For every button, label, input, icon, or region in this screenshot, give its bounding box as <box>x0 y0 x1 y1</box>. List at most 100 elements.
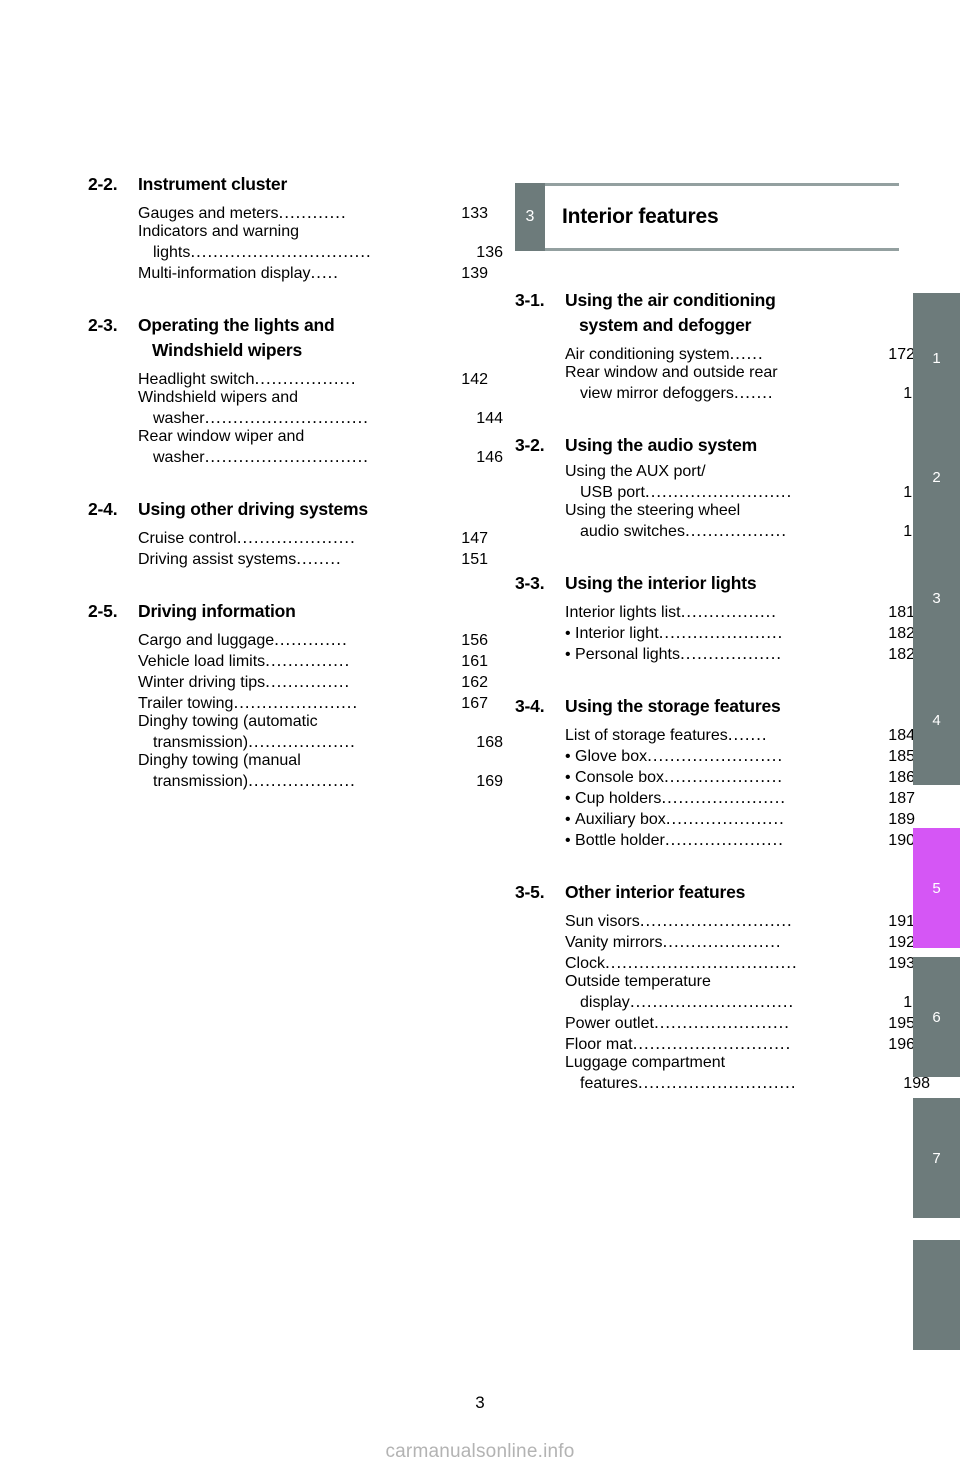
toc-entry-label: Dinghy towing (manual <box>138 752 301 769</box>
toc-entry-row[interactable]: audio switches..................180 <box>565 520 930 541</box>
toc-entry-label: Luggage compartment <box>565 1054 726 1071</box>
toc-section-heading[interactable]: 2-3. Operating the lights and Windshield w… <box>88 313 488 363</box>
toc-section-heading[interactable]: 3-4. Using the storage features <box>515 694 915 719</box>
toc-entry-row[interactable]: Bottle holder..................... 190 <box>565 829 915 850</box>
toc-entry-row[interactable]: Glove box........................ 185 <box>565 745 915 766</box>
toc-entry-row[interactable]: washer............................. 146 <box>138 446 503 467</box>
toc-entry-row[interactable]: Trailer towing...................... 167 <box>138 692 488 713</box>
toc-entry-row[interactable]: Interior light...................... 182 <box>565 622 915 643</box>
toc-section: 3-5. Other interior features Sun visors...… <box>515 880 930 1093</box>
toc-entry-row[interactable]: Floor mat............................ 196 <box>565 1033 915 1054</box>
toc-entry-row[interactable]: Winter driving tips............... 162 <box>138 671 488 692</box>
toc-leader-dots: ............................. <box>204 407 369 427</box>
toc-section-heading[interactable]: 3-1. Using the air conditioning system and… <box>515 288 915 338</box>
toc-section-title-continuation: system and defogger <box>579 315 752 335</box>
toc-entry-row[interactable]: USB port..........................179 <box>565 481 930 502</box>
toc-entry-row[interactable]: Using the steering wheel <box>565 502 915 520</box>
toc-entry-row[interactable]: Using the AUX port/ <box>565 463 915 481</box>
toc-entry-row[interactable]: Power outlet........................ 195 <box>565 1012 915 1033</box>
toc-section-number: 3-1. <box>515 290 545 310</box>
toc-entry-row[interactable]: Personal lights.................. 182 <box>565 643 915 664</box>
toc-entry-row[interactable]: Vanity mirrors..................... 192 <box>565 931 915 952</box>
chapter-tab-2[interactable]: 2 <box>913 412 960 542</box>
toc-entry-list: List of storage features.......184Glove … <box>515 724 915 850</box>
toc-entry-row[interactable]: Vehicle load limits............... 161 <box>138 650 488 671</box>
chapter-tab-6[interactable]: 6 <box>913 957 960 1077</box>
toc-column-left: 2-2. Instrument cluster Gauges and meters.… <box>88 172 503 791</box>
chapter-tab-strip: 1 2 3 4 5 6 7 <box>913 0 960 1484</box>
toc-entry-row[interactable]: Interior lights list................. 181 <box>565 601 915 622</box>
toc-section-heading[interactable]: 2-2. Instrument cluster <box>88 172 488 197</box>
toc-section-heading[interactable]: 3-2. Using the audio system <box>515 433 915 458</box>
toc-entry-page-number: 168 <box>476 734 503 751</box>
toc-section-number: 2-4. <box>88 499 118 519</box>
toc-entry-row[interactable]: Cup holders...................... 187 <box>565 787 915 808</box>
chapter-tab-3[interactable]: 3 <box>913 533 960 663</box>
toc-entry-row[interactable]: Multi-information display..... 139 <box>138 262 488 283</box>
toc-entry-row[interactable]: Sun visors........................... 191 <box>565 910 915 931</box>
chapter-tab-7[interactable]: 7 <box>913 1098 960 1218</box>
toc-entry-row[interactable]: Gauges and meters............ 133 <box>138 202 488 223</box>
toc-section-title: Operating the lights and Windshield wiper… <box>138 313 488 363</box>
toc-entry-row[interactable]: view mirror defoggers.......178 <box>565 382 930 403</box>
toc-entry-page-number: 142 <box>461 371 488 388</box>
toc-entry-row[interactable]: features............................ 198 <box>565 1072 930 1093</box>
toc-entry-page-number: 196 <box>888 1036 915 1053</box>
toc-section-title: Other interior features <box>565 882 746 902</box>
toc-entry-row[interactable]: Cargo and luggage............. 156 <box>138 629 488 650</box>
toc-entry-row[interactable]: Console box..................... 186 <box>565 766 915 787</box>
chapter-tab-blank[interactable] <box>913 1240 960 1350</box>
toc-entry-row[interactable]: List of storage features....... 184 <box>565 724 915 745</box>
toc-entry-row[interactable]: transmission)................... 169 <box>138 770 503 791</box>
toc-entry-label: washer <box>153 449 205 466</box>
toc-entry-row[interactable]: Dinghy towing (automatic <box>138 713 488 731</box>
toc-entry-list: Gauges and meters............ 133 Indicato… <box>88 202 503 283</box>
chapter-tab-5[interactable]: 5 <box>913 828 960 948</box>
toc-entry-row[interactable]: Cruise control..................... 147 <box>138 527 488 548</box>
toc-entry-label: audio switches <box>580 523 685 540</box>
toc-entry-row[interactable]: Auxiliary box..................... 189 <box>565 808 915 829</box>
toc-section-heading[interactable]: 2-4. Using other driving systems <box>88 497 488 522</box>
toc-entry-row[interactable]: Windshield wipers and <box>138 389 488 407</box>
chapter-tab-4[interactable]: 4 <box>913 655 960 785</box>
toc-entry-row[interactable]: Driving assist systems........ 151 <box>138 548 488 569</box>
toc-entry-list: Interior lights list................. 181… <box>515 601 915 664</box>
toc-entry-row[interactable]: Headlight switch.................. 142 <box>138 368 488 389</box>
toc-entry-row[interactable]: Luggage compartment <box>565 1054 915 1072</box>
toc-column-right: 3-1. Using the air conditioning system and… <box>515 288 930 1093</box>
toc-entry-row[interactable]: transmission)................... 168 <box>138 731 503 752</box>
toc-entry-row[interactable]: lights................................ 13… <box>138 241 503 262</box>
toc-entry-row[interactable]: Outside temperature <box>565 973 915 991</box>
toc-entry-row[interactable]: Dinghy towing (manual <box>138 752 488 770</box>
toc-entry-label: lights <box>153 244 191 261</box>
toc-entry-label: Trailer towing <box>138 695 234 712</box>
toc-section-heading[interactable]: 3-3. Using the interior lights <box>515 571 915 596</box>
toc-section-number: 3-3. <box>515 573 545 593</box>
toc-entry-label: display <box>580 994 630 1011</box>
toc-section-title: Using the air conditioning system and def… <box>565 288 915 338</box>
toc-section: 3-3. Using the interior lights Interior li… <box>515 571 915 664</box>
toc-leader-dots: ................... <box>248 731 356 751</box>
toc-entry-label: USB port <box>580 484 645 501</box>
toc-section-number: 3-2. <box>515 435 545 455</box>
toc-section-title: Using other driving systems <box>138 499 368 519</box>
toc-entry-page-number: 184 <box>888 727 915 744</box>
chapter-tab-label: 7 <box>932 1149 941 1167</box>
toc-entry-row[interactable]: washer............................. 144 <box>138 407 503 428</box>
toc-entry-label: Rear window wiper and <box>138 428 305 445</box>
toc-entry-row[interactable]: Rear window and outside rear <box>565 364 915 382</box>
toc-entry-label: List of storage features <box>565 727 728 744</box>
toc-entry-page-number: 162 <box>461 674 488 691</box>
chapter-number-badge: 3 <box>515 183 545 251</box>
toc-entry-label: Using the steering wheel <box>565 502 741 519</box>
chapter-tab-1[interactable]: 1 <box>913 293 960 423</box>
toc-entry-row[interactable]: Air conditioning system...... 172 <box>565 343 915 364</box>
toc-entry-row[interactable]: display.............................194 <box>565 991 930 1012</box>
toc-entry-row[interactable]: Rear window wiper and <box>138 428 488 446</box>
toc-section-heading[interactable]: 3-5. Other interior features <box>515 880 915 905</box>
site-watermark: carmanualsonline.info <box>385 1441 575 1462</box>
toc-entry-page-number: 187 <box>888 790 915 807</box>
toc-entry-row[interactable]: Clock.................................. 1… <box>565 952 915 973</box>
toc-section-heading[interactable]: 2-5. Driving information <box>88 599 488 624</box>
toc-entry-row[interactable]: Indicators and warning <box>138 223 488 241</box>
